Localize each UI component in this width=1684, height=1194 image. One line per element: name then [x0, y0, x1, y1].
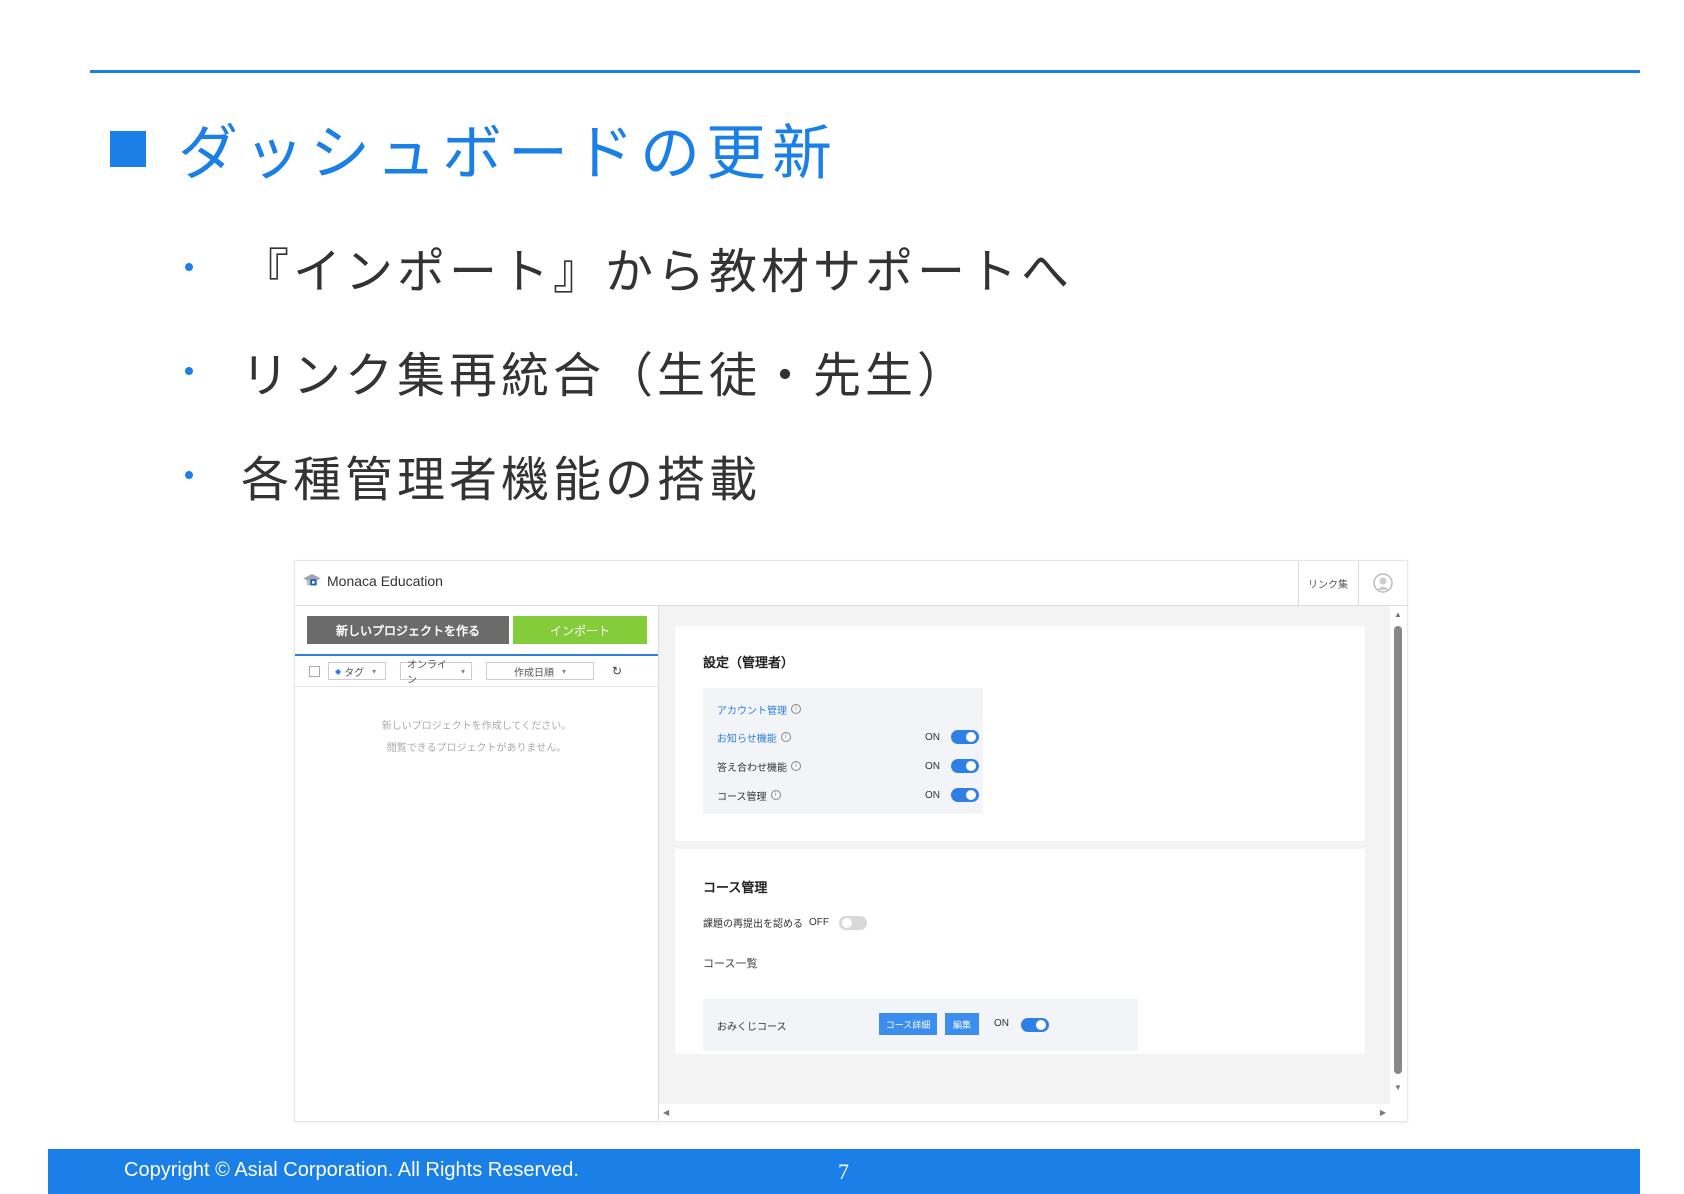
scroll-up-icon[interactable]: ▲ [1394, 610, 1402, 619]
slide-title: ダッシュボードの更新 [178, 119, 838, 189]
filter-bar: ◆ タグ ▾ オンライン ▾ 作成日順 ▾ ↻ [295, 654, 658, 687]
logo-text: Monaca Education [327, 573, 443, 589]
setting-state: ON [925, 760, 940, 772]
bullet-text: 『インポート』から教材サポートへ [241, 244, 1074, 300]
footer-bar: Copyright © Asial Corporation. All Right… [48, 1149, 1640, 1194]
scroll-right-icon[interactable]: ▶ [1380, 1108, 1386, 1117]
copyright-text: Copyright © Asial Corporation. All Right… [124, 1159, 579, 1181]
tag-icon: ◆ [335, 666, 342, 676]
title-square-icon [110, 130, 146, 167]
setting-label[interactable]: アカウント管理 [717, 702, 787, 717]
info-icon[interactable]: i [780, 732, 791, 742]
empty-state: 新しいプロジェクトを作成してください。 閲覧できるプロジェクトがありません。 [295, 716, 658, 760]
admin-settings-card: 設定（管理者） アカウント管理 i お知らせ機能 i ON 答え合わせ機能 i … [675, 626, 1365, 841]
refresh-icon[interactable]: ↻ [612, 664, 622, 678]
course-management-card: コース管理 課題の再提出を認める OFF コース一覧 おみくじコース コース詳細… [675, 849, 1365, 1054]
bullet-text: 各種管理者機能の搭載 [241, 452, 762, 508]
course-edit-button[interactable]: 編集 [945, 1013, 979, 1035]
setting-label: コース管理 [717, 791, 767, 803]
horizontal-scrollbar[interactable]: ◀ ▶ [659, 1104, 1390, 1121]
bullet-text: リンク集再統合（生徒・先生） [241, 348, 970, 404]
import-button[interactable]: インポート [513, 616, 647, 644]
avatar[interactable] [1358, 561, 1407, 605]
setting-state: ON [925, 731, 940, 743]
chevron-down-icon: ▾ [372, 666, 377, 676]
tag-filter-label: タグ [344, 667, 365, 679]
sort-select[interactable]: 作成日順 ▾ [486, 662, 594, 680]
setting-row-course: コース管理 i ON [717, 786, 979, 804]
scroll-down-icon[interactable]: ▼ [1394, 1083, 1402, 1092]
app-header: Monaca Education リンク集 [295, 561, 1407, 606]
bullet-dot-icon [185, 471, 193, 479]
empty-message: 新しいプロジェクトを作成してください。 [381, 721, 572, 732]
tag-filter-select[interactable]: ◆ タグ ▾ [328, 662, 386, 680]
settings-area: 設定（管理者） アカウント管理 i お知らせ機能 i ON 答え合わせ機能 i … [659, 606, 1390, 1121]
course-list-title: コース一覧 [703, 958, 758, 970]
bullet-item: 『インポート』から教材サポートへ [185, 215, 1073, 319]
user-avatar-icon [1373, 573, 1393, 593]
course-state: ON [994, 1018, 1009, 1029]
setting-label: 答え合わせ機能 [717, 762, 787, 774]
sort-label: 作成日順 [513, 667, 554, 679]
setting-row-notice: お知らせ機能 i ON [717, 728, 979, 746]
settings-card-title: 設定（管理者） [703, 655, 795, 670]
setting-label[interactable]: お知らせ機能 [717, 730, 777, 745]
bullet-item: リンク集再統合（生徒・先生） [185, 319, 1073, 423]
page-number: 7 [838, 1159, 849, 1184]
bullet-list: 『インポート』から教材サポートへ リンク集再統合（生徒・先生） 各種管理者機能の… [185, 215, 1073, 527]
graduation-cap-icon [303, 574, 321, 586]
info-icon[interactable]: i [770, 790, 781, 800]
bullet-dot-icon [185, 263, 193, 271]
link-collection-label: リンク集 [1308, 579, 1348, 591]
dashboard-screenshot: Monaca Education リンク集 新しいプロジェクトを作る インポート… [294, 560, 1408, 1122]
chevron-down-icon: ▾ [561, 666, 566, 676]
vertical-scrollbar[interactable]: ▲ ▼ [1390, 606, 1407, 1096]
scroll-left-icon[interactable]: ◀ [663, 1108, 669, 1117]
empty-message: 閲覧できるプロジェクトがありません。 [386, 743, 567, 754]
setting-row-account[interactable]: アカウント管理 i [717, 700, 801, 718]
info-icon[interactable]: i [791, 704, 801, 714]
resubmit-row: 課題の再提出を認める OFF [703, 915, 867, 930]
notice-toggle[interactable] [951, 730, 979, 744]
slide-title-row: ダッシュボードの更新 [110, 105, 838, 192]
resubmit-state: OFF [809, 917, 829, 928]
scrollbar-thumb[interactable] [1394, 626, 1402, 1074]
course-list-item: おみくじコース コース詳細 編集 ON [703, 999, 1138, 1051]
setting-state: ON [925, 789, 940, 801]
app-logo[interactable]: Monaca Education [303, 573, 443, 589]
select-all-checkbox[interactable] [309, 665, 320, 677]
settings-list: アカウント管理 i お知らせ機能 i ON 答え合わせ機能 i ON コース管理 [703, 688, 983, 814]
answer-toggle[interactable] [951, 759, 979, 773]
bullet-item: 各種管理者機能の搭載 [185, 423, 1073, 527]
online-filter-select[interactable]: オンライン ▾ [400, 660, 472, 686]
link-collection-button[interactable]: リンク集 [1298, 561, 1357, 605]
resubmit-label: 課題の再提出を認める [703, 919, 803, 930]
course-enable-toggle[interactable] [1021, 1018, 1049, 1032]
project-panel: 新しいプロジェクトを作る インポート ◆ タグ ▾ オンライン ▾ 作成日順 ▾… [295, 606, 659, 1121]
setting-row-answer: 答え合わせ機能 i ON [717, 757, 979, 775]
bullet-dot-icon [185, 367, 193, 375]
course-card-title: コース管理 [703, 880, 768, 895]
online-filter-label: オンライン [407, 660, 447, 686]
chevron-down-icon: ▾ [460, 666, 465, 676]
header-rule [90, 70, 1640, 73]
course-name: おみくじコース [717, 1022, 787, 1033]
info-icon[interactable]: i [791, 761, 801, 771]
new-project-button[interactable]: 新しいプロジェクトを作る [307, 616, 509, 644]
resubmit-toggle[interactable] [839, 915, 867, 930]
course-detail-button[interactable]: コース詳細 [879, 1013, 937, 1035]
course-toggle[interactable] [951, 788, 979, 802]
